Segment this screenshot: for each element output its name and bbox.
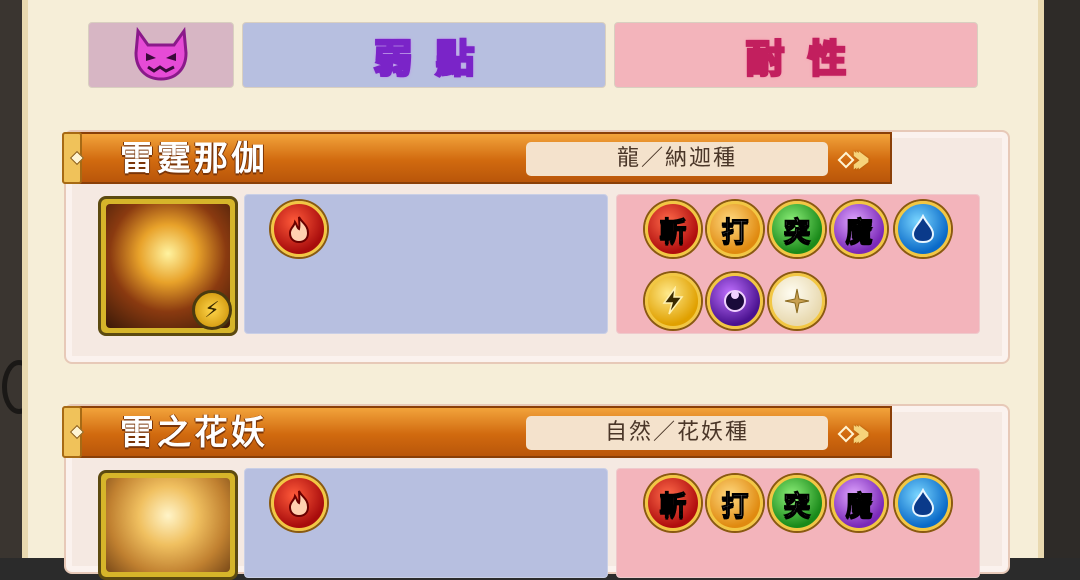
resistance-zone: 斬 打 突 魔 <box>616 468 980 578</box>
chevrons-icon: ››› <box>850 136 871 182</box>
water-icon <box>895 475 951 531</box>
monster-card[interactable]: 雷之花妖 自然／花妖種 ››› 斬 打 突 魔 <box>62 404 1010 580</box>
demon-face-icon <box>134 27 188 81</box>
resist-pierce-icon: 突 <box>769 475 825 531</box>
monster-species: 自然／花妖種 <box>526 416 828 450</box>
resistance-zone: 斬 打 突 魔 <box>616 194 980 334</box>
monster-name: 雷之花妖 <box>120 413 268 453</box>
lightning-icon: ⚡ <box>192 290 232 330</box>
screen-edge-right <box>1044 0 1080 558</box>
monster-card[interactable]: 雷霆那伽 龍／納迦種 ››› ⚡ 斬 打 突 魔 <box>62 130 1010 364</box>
banner-end-cap <box>62 406 85 458</box>
weakness-zone <box>244 468 608 578</box>
monster-portrait[interactable]: ⚡ <box>98 196 238 336</box>
resist-strike-icon: 打 <box>707 475 763 531</box>
header-weakness-cell: 弱點 <box>242 22 606 88</box>
lightning-icon <box>645 273 701 329</box>
chevrons-icon: ››› <box>850 410 871 456</box>
monster-name-banner: 雷之花妖 自然／花妖種 ››› <box>62 406 892 458</box>
header-resistance-cell: 耐性 <box>614 22 978 88</box>
dark-icon <box>707 273 763 329</box>
light-icon <box>769 273 825 329</box>
resist-magic-icon: 魔 <box>831 475 887 531</box>
header-demon-cell <box>88 22 234 88</box>
monster-name-banner: 雷霆那伽 龍／納迦種 ››› <box>62 132 892 184</box>
monster-portrait[interactable] <box>98 470 238 580</box>
banner-end-cap <box>62 132 85 184</box>
resist-pierce-icon: 突 <box>769 201 825 257</box>
resist-slash-icon: 斬 <box>645 475 701 531</box>
screen-edge-left <box>0 0 22 558</box>
monster-name: 雷霆那伽 <box>120 139 268 179</box>
resist-strike-icon: 打 <box>707 201 763 257</box>
fire-icon <box>271 201 327 257</box>
water-icon <box>895 201 951 257</box>
weakness-heading: 弱點 <box>372 35 498 82</box>
resist-slash-icon: 斬 <box>645 201 701 257</box>
resist-magic-icon: 魔 <box>831 201 887 257</box>
monster-species: 龍／納迦種 <box>526 142 828 176</box>
resistance-heading: 耐性 <box>744 35 870 82</box>
fire-icon <box>271 475 327 531</box>
weakness-zone <box>244 194 608 334</box>
